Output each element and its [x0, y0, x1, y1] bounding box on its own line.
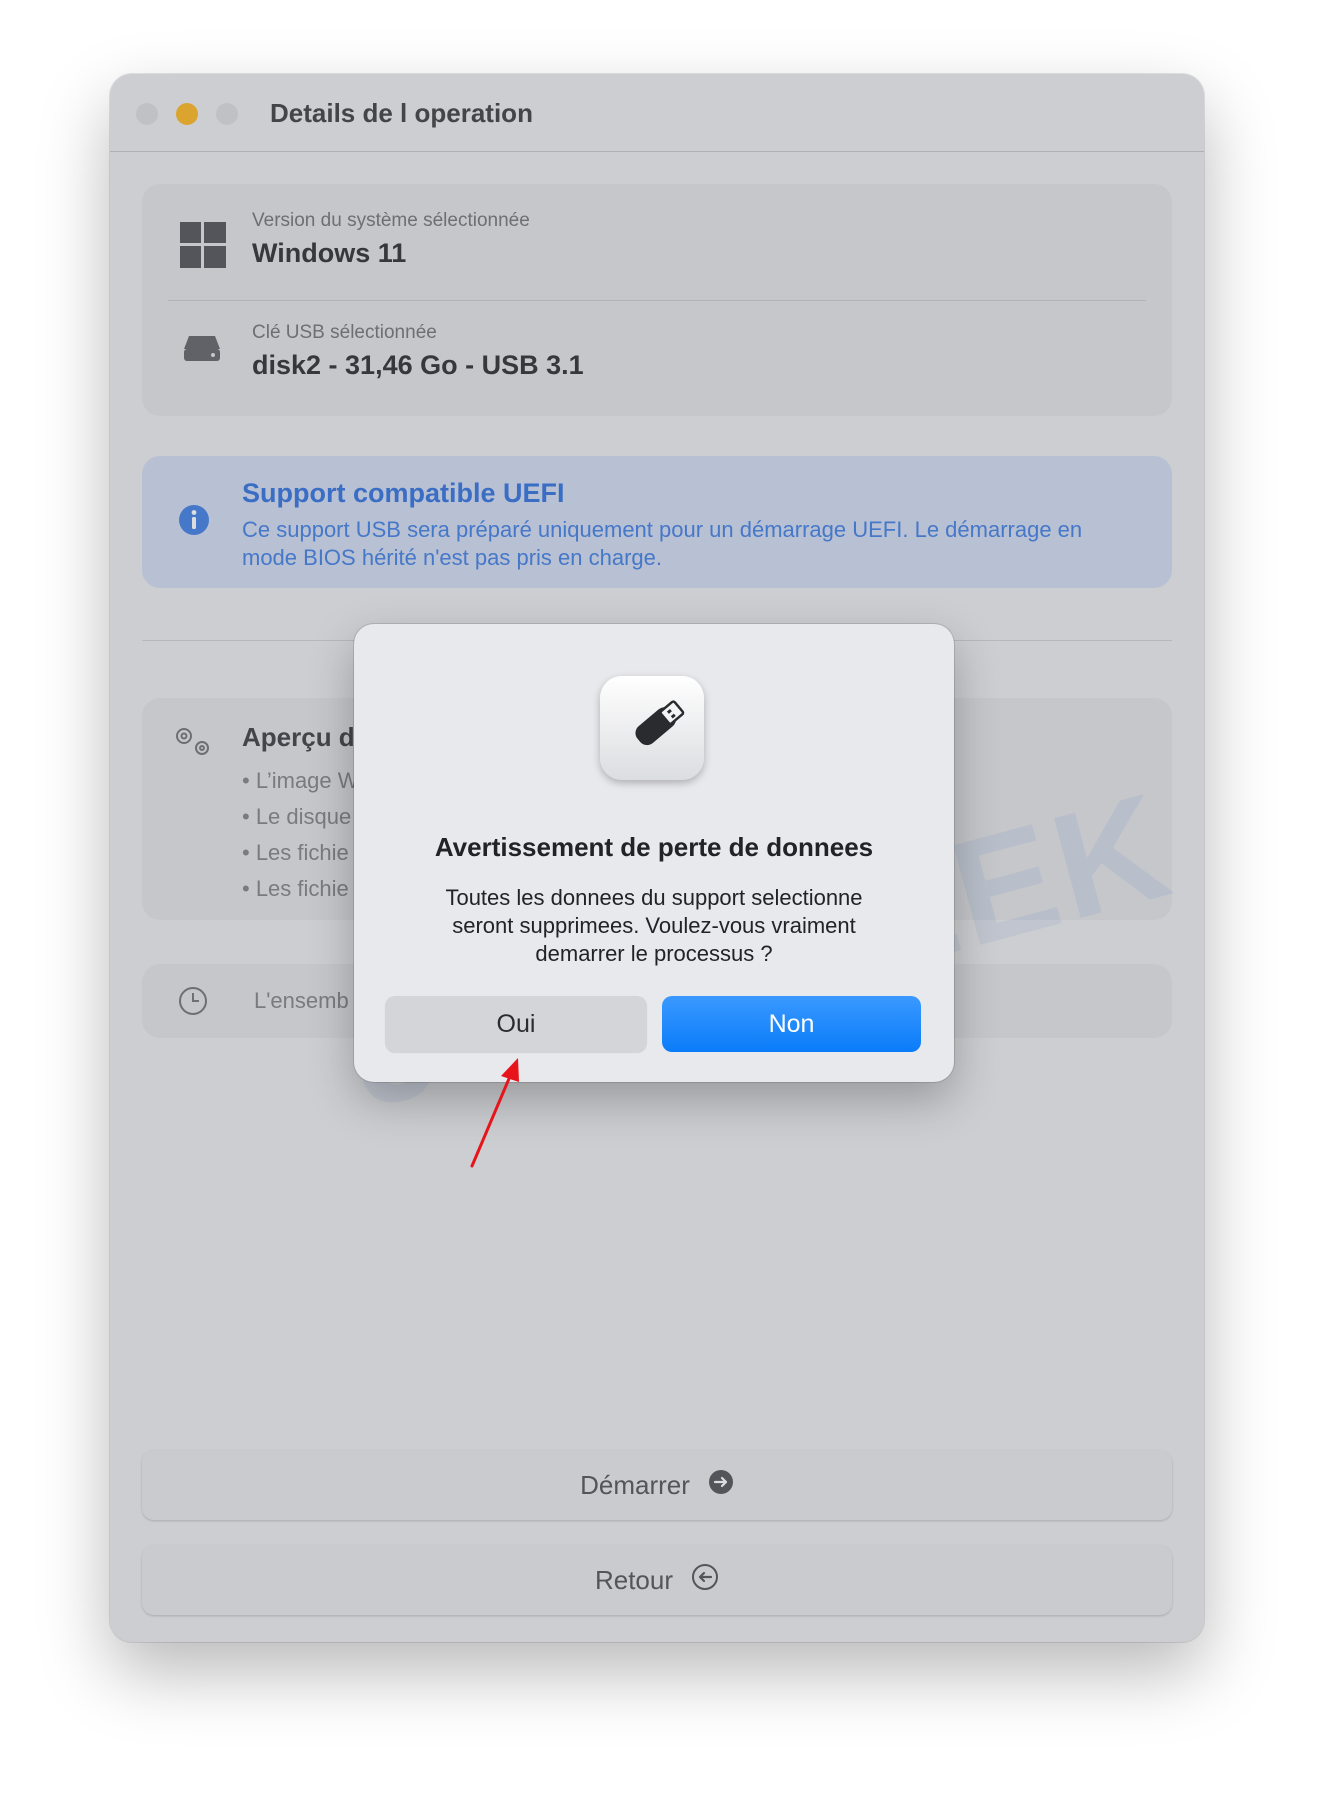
- yes-button[interactable]: Oui: [385, 996, 647, 1052]
- red-arrow-annotation: [466, 1054, 526, 1179]
- no-button[interactable]: Non: [662, 996, 921, 1052]
- dialog-message: Toutes les donnees du support selectionn…: [445, 885, 863, 966]
- dialog-title: Avertissement de perte de donnees: [434, 832, 874, 862]
- data-loss-dialog: Avertissement de perte de donnees Toutes…: [354, 624, 954, 1082]
- usb-drive-app-icon: [600, 676, 704, 780]
